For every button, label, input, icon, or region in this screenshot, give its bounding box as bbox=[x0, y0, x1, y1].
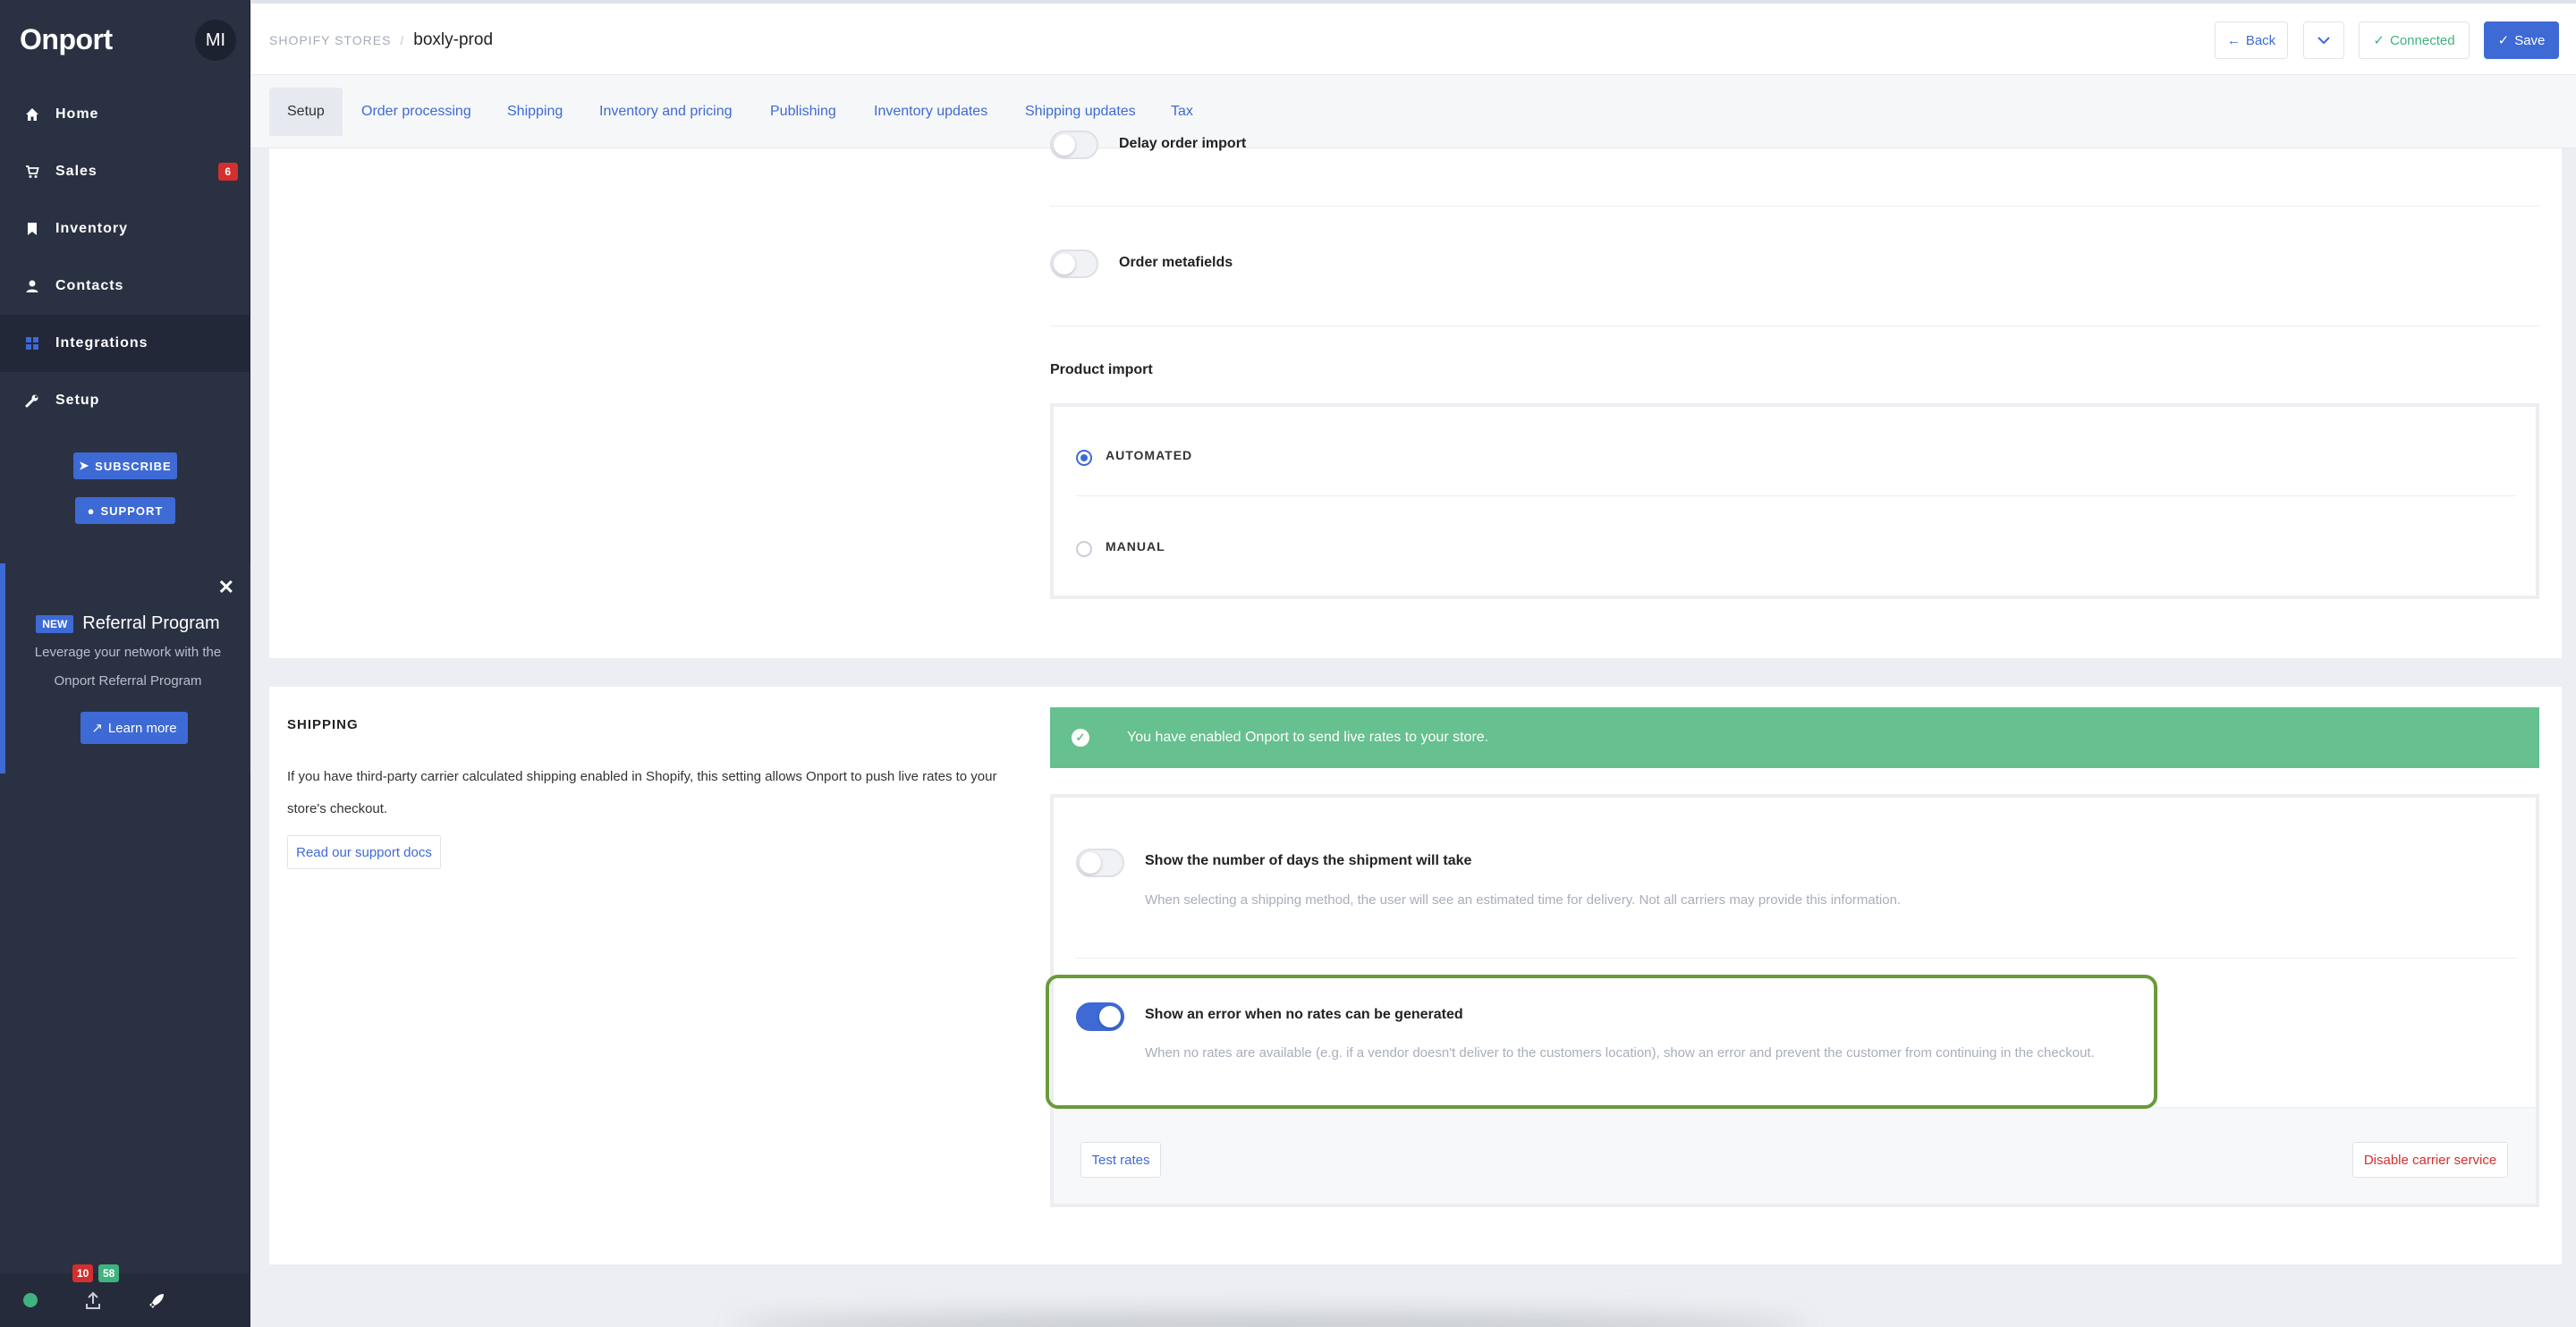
chevron-down-icon bbox=[2318, 33, 2330, 48]
tab-shipping[interactable]: Shipping bbox=[489, 88, 580, 136]
more-dropdown-button[interactable] bbox=[2303, 21, 2344, 59]
sidebar-item-label: Contacts bbox=[55, 278, 124, 293]
sidebar-item-label: Inventory bbox=[55, 221, 129, 236]
status-indicator bbox=[23, 1293, 38, 1307]
show-days-description: When selecting a shipping method, the us… bbox=[1145, 892, 1902, 908]
order-metafields-label: Order metafields bbox=[1119, 255, 1233, 270]
person-icon bbox=[25, 279, 39, 293]
sidebar-item-label: Sales bbox=[55, 164, 97, 179]
learn-more-button[interactable]: ↗ Learn more bbox=[80, 712, 188, 744]
shipping-actions: Test rates Disable carrier service bbox=[1054, 1107, 2536, 1204]
show-days-label: Show the number of days the shipment wil… bbox=[1145, 853, 1472, 868]
subscribe-button[interactable]: ➤ SUBSCRIBE bbox=[73, 452, 177, 479]
sidebar-item-home[interactable]: Home bbox=[0, 86, 250, 143]
bookmark-icon bbox=[25, 222, 39, 236]
order-metafields-toggle[interactable] bbox=[1050, 249, 1098, 278]
wrench-icon bbox=[25, 393, 39, 408]
delay-order-import-toggle[interactable] bbox=[1050, 131, 1098, 159]
breadcrumb-separator: / bbox=[400, 33, 405, 47]
referral-panel: ✕ NEW Referral Program Leverage your netw… bbox=[0, 563, 250, 773]
new-badge: NEW bbox=[36, 614, 74, 633]
automated-radio[interactable] bbox=[1076, 450, 1092, 466]
sidebar-item-label: Setup bbox=[55, 393, 100, 408]
sidebar-item-label: Integrations bbox=[55, 335, 148, 351]
referral-description: Leverage your network with the Onport Re… bbox=[34, 645, 222, 689]
check-icon: ✓ bbox=[2373, 33, 2385, 48]
support-button[interactable]: ● SUPPORT bbox=[75, 497, 175, 524]
manual-radio[interactable] bbox=[1076, 541, 1092, 557]
check-circle-icon: ✓ bbox=[1072, 729, 1089, 747]
sales-count-badge: 6 bbox=[218, 163, 238, 181]
divider bbox=[1050, 325, 2539, 326]
page-bottom-shadow bbox=[733, 1314, 1807, 1327]
connected-button[interactable]: ✓ Connected bbox=[2359, 21, 2470, 59]
send-icon: ➤ bbox=[79, 459, 90, 472]
tab-order-processing[interactable]: Order processing bbox=[343, 88, 489, 136]
highlight-outline bbox=[1046, 975, 2157, 1109]
shipping-description: If you have third-party carrier calculat… bbox=[287, 769, 997, 816]
sidebar-item-setup[interactable]: Setup bbox=[0, 372, 250, 429]
automated-label[interactable]: AUTOMATED bbox=[1106, 448, 1192, 462]
breadcrumb-parent[interactable]: SHOPIFY STORES bbox=[269, 33, 391, 47]
external-link-icon: ↗ bbox=[91, 721, 103, 736]
save-button[interactable]: ✓ Save bbox=[2484, 21, 2559, 59]
delay-order-import-label: Delay order import bbox=[1119, 136, 1247, 151]
tab-shipping-updates[interactable]: Shipping updates bbox=[1007, 88, 1154, 136]
divider bbox=[1076, 495, 2516, 496]
tab-inventory-updates[interactable]: Inventory updates bbox=[856, 88, 1005, 136]
tab-tax[interactable]: Tax bbox=[1153, 88, 1211, 136]
sidebar-item-contacts[interactable]: Contacts bbox=[0, 258, 250, 315]
notification-badge: 58 bbox=[98, 1264, 120, 1282]
referral-title: NEW Referral Program bbox=[5, 613, 250, 634]
divider bbox=[1050, 206, 2539, 207]
tab-setup[interactable]: Setup bbox=[269, 88, 343, 136]
help-icon: ● bbox=[87, 503, 96, 518]
tab-bar: Setup Order processing Shipping Inventor… bbox=[251, 75, 2576, 148]
grid-icon bbox=[25, 336, 39, 351]
breadcrumb: SHOPIFY STORES / boxly-prod bbox=[269, 30, 493, 50]
back-button[interactable]: ← Back bbox=[2215, 21, 2288, 59]
tab-inventory-and-pricing[interactable]: Inventory and pricing bbox=[581, 88, 750, 136]
cart-icon bbox=[25, 165, 39, 179]
app-logo[interactable]: Onport bbox=[20, 23, 113, 56]
sidebar-footer: 10 58 bbox=[0, 1264, 250, 1327]
notification-badge: 10 bbox=[72, 1264, 94, 1282]
sidebar-item-inventory[interactable]: Inventory bbox=[0, 200, 250, 258]
close-icon[interactable]: ✕ bbox=[218, 576, 234, 599]
check-icon: ✓ bbox=[2497, 33, 2510, 48]
shipping-section-title: SHIPPING bbox=[287, 717, 359, 732]
support-docs-button[interactable]: Read our support docs bbox=[287, 835, 441, 869]
product-import-options: AUTOMATED MANUAL bbox=[1050, 403, 2539, 599]
manual-label[interactable]: MANUAL bbox=[1106, 539, 1165, 554]
sidebar: Onport MI Home Sales 6 Inventory Contact… bbox=[0, 0, 250, 1327]
test-rates-button[interactable]: Test rates bbox=[1080, 1142, 1161, 1178]
tab-publishing[interactable]: Publishing bbox=[752, 88, 854, 136]
user-avatar[interactable]: MI bbox=[195, 20, 236, 61]
live-rates-success-alert: ✓ You have enabled Onport to send live r… bbox=[1050, 707, 2539, 768]
divider bbox=[1076, 958, 2516, 959]
sidebar-item-integrations[interactable]: Integrations bbox=[0, 315, 250, 372]
show-days-toggle[interactable] bbox=[1076, 849, 1124, 877]
page-title: boxly-prod bbox=[413, 30, 494, 49]
product-import-title: Product import bbox=[1050, 362, 1153, 377]
disable-carrier-service-button[interactable]: Disable carrier service bbox=[2352, 1142, 2508, 1178]
top-header: SHOPIFY STORES / boxly-prod ← Back ✓ Conne… bbox=[251, 0, 2576, 75]
arrow-left-icon: ← bbox=[2226, 32, 2241, 48]
upload-icon[interactable]: 10 58 bbox=[72, 1264, 120, 1311]
sidebar-nav: Home Sales 6 Inventory Contacts Integrat… bbox=[0, 86, 250, 429]
sidebar-item-label: Home bbox=[55, 106, 99, 122]
sidebar-item-sales[interactable]: Sales 6 bbox=[0, 143, 250, 200]
rocket-icon[interactable] bbox=[147, 1291, 166, 1311]
home-icon bbox=[25, 107, 39, 122]
